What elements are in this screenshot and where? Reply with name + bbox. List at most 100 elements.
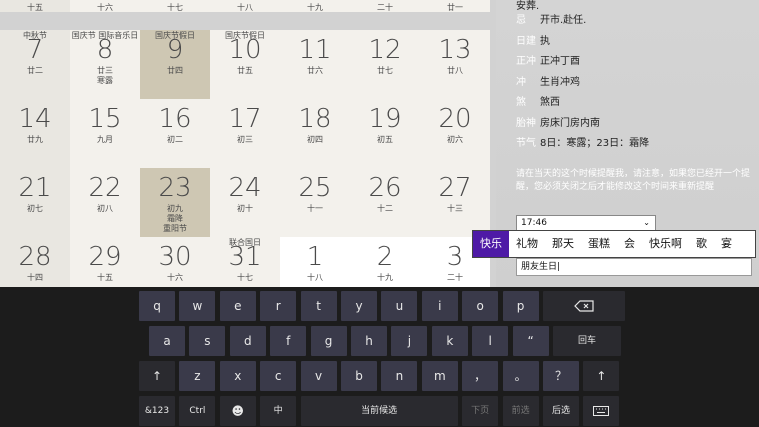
- next-page-key[interactable]: 下页: [462, 396, 499, 426]
- key-7-row1[interactable]: i: [421, 291, 458, 321]
- calendar-day-cell[interactable]: 30 十六: [140, 237, 210, 287]
- key-row2[interactable]: a: [149, 326, 185, 356]
- ime-candidate[interactable]: 蛋糕: [581, 231, 617, 257]
- ime-candidate[interactable]: 宴: [714, 231, 739, 257]
- lunar-date: 初三: [237, 135, 253, 144]
- ime-candidate[interactable]: 歌: [689, 231, 714, 257]
- calendar-day-cell[interactable]: 1 十八: [280, 237, 350, 287]
- calendar-day-cell[interactable]: 12 廿七: [350, 30, 420, 100]
- enter-key[interactable]: 回车: [553, 326, 621, 356]
- calendar-day-cell[interactable]: 联合国日 31 十七: [210, 237, 280, 287]
- calendar-day-cell[interactable]: 国庆节 国际音乐日 8 廿三 寒露: [70, 30, 140, 100]
- day-number: 17: [228, 104, 262, 134]
- calendar-day-cell[interactable]: 16 初二: [140, 99, 210, 169]
- backspace-key[interactable]: [543, 291, 625, 321]
- key-9-row1[interactable]: p: [502, 291, 539, 321]
- calendar-day-cell[interactable]: 21 初七: [0, 168, 70, 238]
- key-6-row1[interactable]: u: [381, 291, 418, 321]
- solar-term-label: 寒露: [97, 76, 113, 85]
- ime-candidate[interactable]: 那天: [545, 231, 581, 257]
- reminder-time-select[interactable]: 17:46 ⌄: [516, 215, 656, 231]
- key-row3[interactable]: 。: [502, 361, 539, 391]
- calendar-day-cell[interactable]: 国庆节假日 9 廿四: [140, 30, 210, 100]
- key-row3[interactable]: b: [341, 361, 377, 391]
- key-row2[interactable]: j: [391, 326, 428, 356]
- key-row2[interactable]: g: [310, 326, 347, 356]
- emoji-key[interactable]: ☻: [219, 396, 256, 426]
- calendar-prev-row-cell[interactable]: 十七: [140, 0, 210, 12]
- key-0-row1[interactable]: q: [139, 291, 175, 321]
- key-2-row1[interactable]: e: [219, 291, 256, 321]
- calendar-day-cell[interactable]: 13 廿八: [420, 30, 490, 100]
- key-row2[interactable]: h: [351, 326, 387, 356]
- lunar-date: 廿五: [237, 66, 253, 75]
- shift-key-left[interactable]: ↑: [139, 361, 175, 391]
- calendar-day-cell[interactable]: 26 十二: [350, 168, 420, 238]
- key-row3[interactable]: n: [381, 361, 418, 391]
- key-row3[interactable]: c: [260, 361, 297, 391]
- calendar-day-cell[interactable]: 2 十九: [350, 237, 420, 287]
- key-row3[interactable]: v: [300, 361, 337, 391]
- calendar-prev-row-cell[interactable]: 十六: [70, 0, 140, 12]
- lunar-date: 十六: [97, 3, 113, 12]
- day-number: 15: [88, 104, 122, 134]
- key-row2[interactable]: d: [229, 326, 266, 356]
- almanac-value: 生肖冲鸡: [540, 76, 580, 88]
- calendar-day-cell[interactable]: 29 十五: [70, 237, 140, 287]
- calendar-day-cell[interactable]: 11 廿六: [280, 30, 350, 100]
- calendar-prev-row-cell[interactable]: 十五: [0, 0, 70, 12]
- key-4-row1[interactable]: t: [300, 291, 337, 321]
- calendar-day-cell[interactable]: 18 初四: [280, 99, 350, 169]
- calendar-day-cell[interactable]: 24 初十: [210, 168, 280, 238]
- calendar-day-cell[interactable]: 15 九月: [70, 99, 140, 169]
- lunar-date: 初九: [167, 204, 183, 213]
- calendar-day-cell[interactable]: 22 初八: [70, 168, 140, 238]
- key-8-row1[interactable]: o: [462, 291, 499, 321]
- calendar-prev-row-cell[interactable]: 十九: [280, 0, 350, 12]
- ime-candidate[interactable]: 快乐啊: [642, 231, 689, 257]
- key-row2[interactable]: “: [512, 326, 549, 356]
- reminder-text-input[interactable]: 朋友生日|: [516, 258, 752, 276]
- calendar-day-cell[interactable]: 27 十三: [420, 168, 490, 238]
- ctrl-key[interactable]: Ctrl: [179, 396, 216, 426]
- calendar-day-cell[interactable]: 28 十四: [0, 237, 70, 287]
- almanac-row: 煞 煞西: [516, 96, 560, 110]
- key-5-row1[interactable]: y: [341, 291, 377, 321]
- key-row2[interactable]: l: [472, 326, 509, 356]
- calendar-prev-row-cell[interactable]: 廿一: [420, 0, 490, 12]
- ime-candidate[interactable]: 快乐: [473, 231, 509, 257]
- touch-keyboard: q w e r t y u i o p a s d f g h j k l “回车 ↑ z x c v b n m，。？ ↑ &123 Ct…: [0, 287, 759, 427]
- key-row3[interactable]: ？: [543, 361, 579, 391]
- key-row3[interactable]: x: [219, 361, 256, 391]
- calendar-day-cell[interactable]: 国庆节假日 10 廿五: [210, 30, 280, 100]
- calendar-day-cell[interactable]: 20 初六: [420, 99, 490, 169]
- key-row2[interactable]: s: [189, 326, 226, 356]
- next-candidate-key[interactable]: 后选: [543, 396, 579, 426]
- previous-candidate-key[interactable]: 前选: [502, 396, 539, 426]
- calendar-day-cell[interactable]: 19 初五: [350, 99, 420, 169]
- key-1-row1[interactable]: w: [179, 291, 216, 321]
- shift-key-right[interactable]: ↑: [583, 361, 620, 391]
- key-row2[interactable]: f: [270, 326, 307, 356]
- calendar-prev-row-cell[interactable]: 二十: [350, 0, 420, 12]
- calendar-day-cell[interactable]: 25 十一: [280, 168, 350, 238]
- ime-candidate[interactable]: 会: [617, 231, 642, 257]
- keyboard-layout-key[interactable]: [583, 396, 620, 426]
- space-candidate-key[interactable]: 当前候选: [300, 396, 458, 426]
- solar-term-label: 霜降: [167, 214, 183, 223]
- calendar-prev-row-cell[interactable]: 十八: [210, 0, 280, 12]
- key-row3[interactable]: z: [179, 361, 216, 391]
- calendar-day-cell[interactable]: 14 廿九: [0, 99, 70, 169]
- key-row3[interactable]: m: [421, 361, 458, 391]
- key-3-row1[interactable]: r: [260, 291, 297, 321]
- language-toggle-key[interactable]: 中: [260, 396, 297, 426]
- calendar-day-cell[interactable]: 中秋节 7 廿二: [0, 30, 70, 100]
- lunar-date: 十五: [97, 273, 113, 282]
- ime-candidate[interactable]: 礼物: [509, 231, 545, 257]
- key-row2[interactable]: k: [431, 326, 468, 356]
- calendar-day-cell[interactable]: 23 初九 霜降 重阳节: [140, 168, 210, 238]
- day-number: 10: [228, 35, 262, 65]
- calendar-day-cell[interactable]: 17 初三: [210, 99, 280, 169]
- key-row3[interactable]: ，: [462, 361, 499, 391]
- numbers-symbols-key[interactable]: &123: [139, 396, 175, 426]
